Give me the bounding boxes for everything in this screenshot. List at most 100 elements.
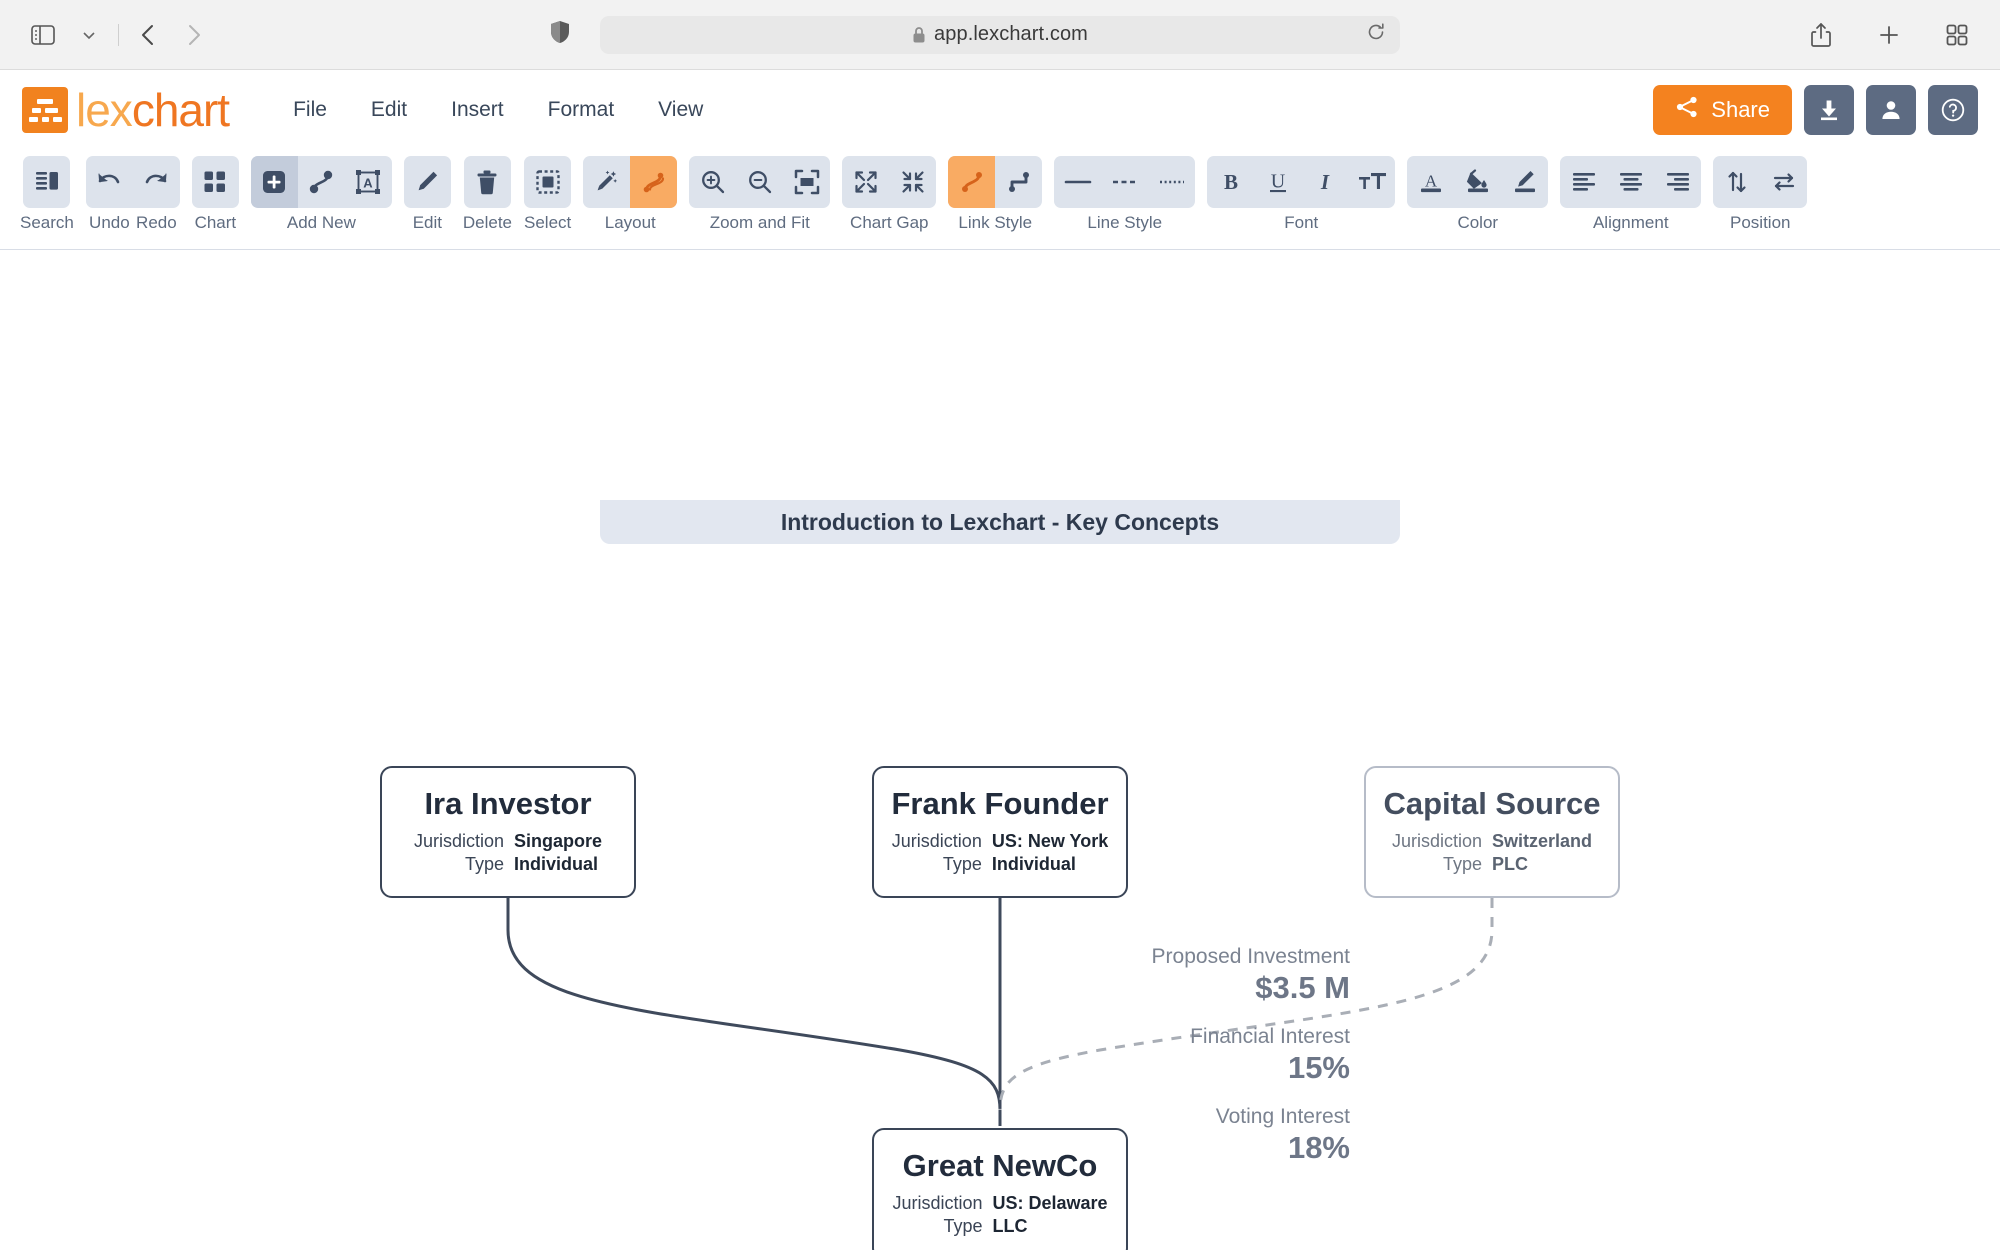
entity-node-great-newco[interactable]: Great NewCo Jurisdiction US: Delaware Ty… — [872, 1128, 1128, 1250]
auto-layout-icon[interactable] — [630, 156, 678, 208]
attr-label-jurisdiction: Jurisdiction — [413, 831, 505, 852]
attr-label-jurisdiction: Jurisdiction — [891, 831, 982, 852]
marquee-select-icon[interactable] — [524, 156, 571, 208]
entity-name: Ira Investor — [424, 785, 592, 821]
solid-line-icon[interactable] — [1054, 156, 1101, 208]
help-button[interactable] — [1928, 85, 1978, 135]
line-color-icon[interactable] — [1501, 156, 1548, 208]
menu-edit[interactable]: Edit — [349, 88, 429, 132]
grid-squares-icon[interactable] — [192, 156, 239, 208]
new-tab-button[interactable] — [1868, 14, 1910, 56]
entity-attributes: Jurisdiction Switzerland Type PLC — [1392, 831, 1592, 875]
toolbar-label-layout: Layout — [604, 213, 656, 232]
entity-attributes: Jurisdiction Singapore Type Individual — [414, 831, 602, 875]
toolbar-group-undo-redo: Undo Redo — [85, 156, 180, 233]
reload-icon[interactable] — [1366, 22, 1386, 47]
zoom-out-icon[interactable] — [736, 156, 783, 208]
lexchart-logo-mark — [22, 87, 68, 133]
font-size-icon[interactable] — [1348, 156, 1395, 208]
download-button[interactable] — [1804, 85, 1854, 135]
toolbar-label-search: Search — [20, 213, 74, 232]
underline-icon[interactable]: U — [1254, 156, 1301, 208]
toolbar-group-font: B U I Font — [1207, 156, 1396, 233]
add-link-icon[interactable] — [298, 156, 345, 208]
toolbar-label-add-new: Add New — [286, 213, 356, 232]
add-textbox-icon[interactable]: A — [345, 156, 392, 208]
align-right-icon[interactable] — [1654, 156, 1701, 208]
sidebar-icon[interactable] — [22, 14, 64, 56]
attr-value-type: Individual — [514, 854, 599, 875]
menu-file[interactable]: File — [271, 88, 349, 132]
align-left-icon[interactable] — [1560, 156, 1607, 208]
chart-canvas[interactable]: Introduction to Lexchart - Key Concepts … — [0, 250, 2000, 1250]
edge-label-proposed-investment[interactable]: Proposed Investment $3.5 M — [1000, 944, 1350, 1008]
account-button[interactable] — [1866, 85, 1916, 135]
share-button[interactable]: Share — [1653, 85, 1792, 135]
lock-icon — [913, 26, 925, 42]
shield-icon[interactable] — [550, 20, 570, 49]
show-all-tabs-button[interactable] — [1936, 14, 1978, 56]
redo-icon[interactable] — [133, 156, 180, 208]
italic-icon[interactable]: I — [1301, 156, 1348, 208]
menu-format[interactable]: Format — [526, 88, 637, 132]
divider — [118, 23, 119, 46]
magic-wand-icon[interactable] — [583, 156, 630, 208]
add-entity-icon[interactable] — [250, 156, 298, 208]
logo-lex: lex — [76, 84, 133, 136]
attr-value-type: PLC — [1492, 854, 1528, 875]
address-bar[interactable]: app.lexchart.com — [551, 15, 1400, 54]
toolbar-label-undo: Undo — [89, 213, 130, 232]
toolbar-group-chart-gap: Chart Gap — [842, 156, 937, 233]
logo-chart: chart — [131, 84, 230, 136]
svg-text:I: I — [1320, 170, 1330, 194]
chevron-down-icon[interactable] — [68, 14, 110, 56]
toolbar-group-layout: Layout — [583, 156, 678, 233]
edge-label-financial-interest[interactable]: Financial Interest 15% — [1000, 1024, 1350, 1088]
fit-screen-icon[interactable] — [783, 156, 830, 208]
toolbar-label-color: Color — [1457, 213, 1499, 232]
align-center-icon[interactable] — [1607, 156, 1654, 208]
entity-name: Frank Founder — [891, 785, 1109, 821]
entity-name: Great NewCo — [902, 1147, 1098, 1183]
undo-icon[interactable] — [86, 156, 133, 208]
collapse-gap-icon[interactable] — [889, 156, 936, 208]
menu-view[interactable]: View — [636, 88, 725, 132]
svg-text:A: A — [364, 176, 374, 191]
text-color-icon[interactable]: A — [1407, 156, 1454, 208]
swap-vertical-icon[interactable] — [1713, 156, 1760, 208]
chart-title[interactable]: Introduction to Lexchart - Key Concepts — [600, 500, 1400, 544]
forward-button[interactable] — [173, 14, 215, 56]
share-up-icon[interactable] — [1800, 14, 1842, 56]
orthogonal-link-icon[interactable] — [995, 156, 1042, 208]
dashed-line-icon[interactable] — [1101, 156, 1148, 208]
toolbar-label-zoom-and-fit: Zoom and Fit — [709, 213, 810, 232]
link-ira-to-newco — [506, 898, 1002, 1111]
lexchart-logo[interactable]: lexchart — [22, 84, 230, 136]
menu-insert[interactable]: Insert — [429, 88, 526, 132]
swap-horizontal-icon[interactable] — [1760, 156, 1807, 208]
entity-attributes: Jurisdiction US: Delaware Type LLC — [892, 1193, 1107, 1237]
entity-node-frank-founder[interactable]: Frank Founder Jurisdiction US: New York … — [872, 766, 1128, 898]
zoom-in-icon[interactable] — [689, 156, 736, 208]
entity-node-ira-investor[interactable]: Ira Investor Jurisdiction Singapore Type… — [380, 766, 636, 898]
trash-icon[interactable] — [464, 156, 511, 208]
pencil-icon[interactable] — [404, 156, 451, 208]
bold-icon[interactable]: B — [1207, 156, 1254, 208]
toolbar-label-redo: Redo — [136, 213, 177, 232]
dotted-line-icon[interactable] — [1148, 156, 1195, 208]
edge-label-title: Financial Interest — [1190, 1025, 1350, 1048]
attr-label-type: Type — [1442, 854, 1482, 875]
entity-node-capital-source[interactable]: Capital Source Jurisdiction Switzerland … — [1364, 766, 1620, 898]
toolbar-label-select: Select — [524, 213, 572, 232]
search-panel-icon[interactable] — [23, 156, 70, 208]
attr-label-type: Type — [942, 854, 982, 875]
toolbar-label-alignment: Alignment — [1592, 213, 1669, 232]
fill-color-icon[interactable] — [1454, 156, 1501, 208]
curved-link-icon[interactable] — [948, 156, 996, 208]
expand-gap-icon[interactable] — [842, 156, 889, 208]
toolbar-group-line-style: Line Style — [1054, 156, 1196, 233]
back-button[interactable] — [127, 14, 169, 56]
attr-value-jurisdiction: Switzerland — [1492, 831, 1593, 852]
toolbar-group-chart: Chart — [191, 156, 239, 233]
browser-actions — [1800, 14, 1978, 56]
